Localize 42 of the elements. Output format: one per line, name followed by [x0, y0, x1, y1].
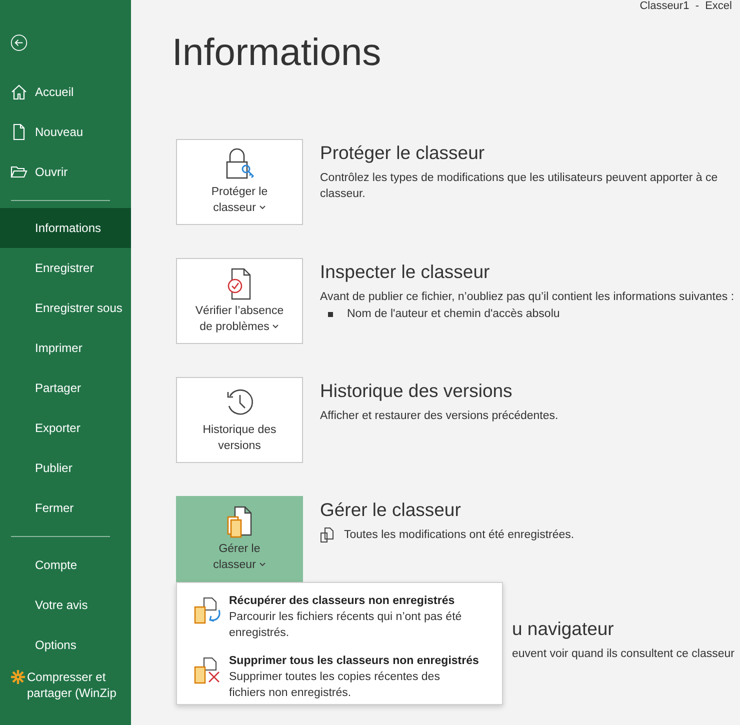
section-description: euvent voir quand ils consultent ce classeur — [512, 647, 736, 662]
bullet-text: Nom de l'auteur et chemin d'accès absolu — [347, 308, 560, 320]
caret-icon — [258, 562, 266, 568]
section-title: Protéger le classeur — [320, 141, 486, 165]
window-title: Classeur1 - Excel — [640, 0, 732, 12]
section-button[interactable]: Protéger le classeur — [176, 139, 303, 225]
section-button[interactable]: Gérer le classeur — [176, 496, 303, 582]
documents-icon — [224, 505, 254, 539]
section-button[interactable]: Historique des versions — [176, 377, 303, 463]
menu-item[interactable]: Supprimer tous les classeurs non enregistrés Supprimer toutes les copies récentes des fichiers non enregistrés. — [193, 653, 492, 701]
pinwheel-icon — [10, 669, 26, 685]
caret-icon — [272, 324, 280, 330]
nav-item[interactable]: Enregistrer — [0, 248, 131, 288]
section-title: Gérer le classeur — [320, 498, 462, 522]
nav-item[interactable]: Imprimer — [0, 328, 131, 368]
nav-item[interactable]: Ouvrir — [0, 152, 131, 192]
nav-item[interactable]: Compresser et partager (WinZip — [0, 665, 131, 725]
nav-item[interactable]: Fermer — [0, 488, 131, 528]
nav-item[interactable]: Exporter — [0, 408, 131, 448]
page-title: Informations — [172, 31, 382, 76]
nav-item[interactable]: Publier — [0, 448, 131, 488]
section-description: Contrôlez les types de modifications que les utilisateurs peuvent apporter à ce classeur. — [320, 171, 719, 202]
status-text: Toutes les modifications ont été enregistrées. — [344, 529, 574, 541]
nav-item[interactable]: Votre avis — [0, 585, 131, 625]
section-description: Afficher et restaurer des versions précédentes. — [320, 409, 560, 424]
section-button[interactable]: Vérifier l’absence de problèmes — [176, 258, 303, 344]
section-title: Historique des versions — [320, 379, 514, 403]
nav-item[interactable]: Compte — [0, 545, 131, 585]
documents-icon — [320, 527, 334, 543]
bullet-icon — [328, 312, 333, 316]
section-title: Inspecter le classeur — [320, 260, 491, 284]
nav-item[interactable]: Accueil — [0, 72, 131, 112]
home-icon — [10, 82, 28, 101]
nav-item[interactable]: Partager — [0, 368, 131, 408]
nav-item[interactable]: Enregistrer sous — [0, 288, 131, 328]
nav-item[interactable]: Nouveau — [0, 112, 131, 152]
section-description: Avant de publier ce fichier, n’oubliez pas qu’il contient les informations suivantes : — [320, 290, 736, 305]
menu-item[interactable]: Récupérer des classeurs non enregistrés Parcourir les fichiers récents qui n’ont pas été enregistrés. — [193, 593, 492, 641]
nav-item[interactable]: Options — [0, 625, 131, 665]
nav-item[interactable]: Informations — [0, 208, 131, 248]
section-title: u navigateur — [512, 617, 615, 641]
caret-icon — [258, 205, 266, 210]
